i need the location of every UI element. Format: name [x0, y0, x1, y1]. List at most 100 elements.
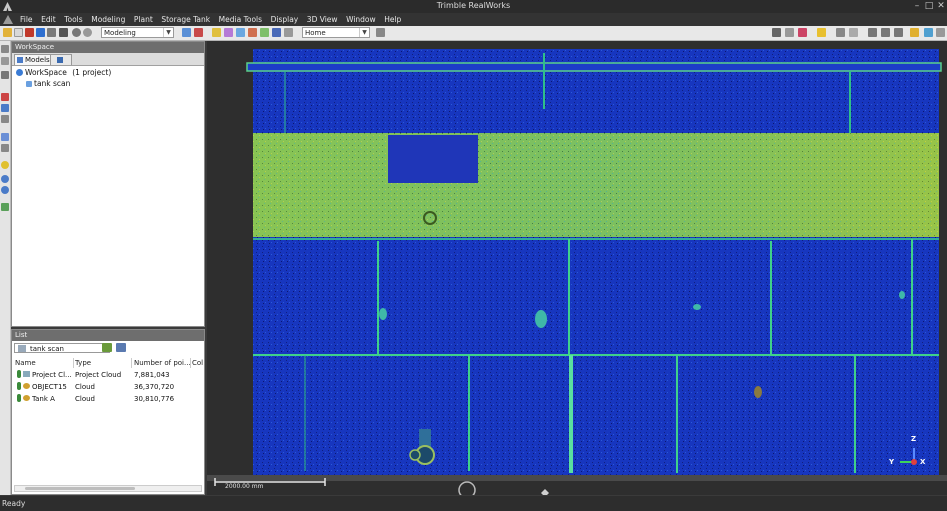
navigation-target-icon[interactable] — [458, 481, 476, 495]
pan-icon[interactable] — [1, 45, 9, 53]
3d-viewport[interactable]: 2000.00 mm Z Y X — [207, 41, 947, 495]
zoom-window-icon[interactable] — [1, 71, 9, 79]
scrollbar-thumb[interactable] — [25, 487, 135, 490]
column-header-name[interactable]: Name — [15, 358, 73, 368]
pick-object-icon[interactable] — [1, 104, 9, 112]
color-mode-icon[interactable] — [798, 28, 807, 37]
new-file-icon[interactable] — [14, 28, 23, 37]
tank-fitting — [754, 386, 762, 398]
menu-bar: File Edit Tools Modeling Plant Storage T… — [0, 13, 947, 26]
segment-tool-icon[interactable] — [194, 28, 203, 37]
tree-item-project[interactable]: tank scan — [26, 79, 70, 89]
tab-images[interactable] — [50, 54, 72, 65]
clip-icon[interactable] — [1, 115, 9, 123]
point-cloud-view[interactable] — [207, 41, 947, 495]
rotate-tool-icon[interactable] — [272, 28, 281, 37]
cloud-icon — [23, 395, 30, 401]
close-icon[interactable]: ✕ — [936, 1, 946, 11]
layers-icon[interactable] — [1, 203, 9, 211]
tank-plate-opening — [388, 135, 478, 183]
tank-fitting — [899, 291, 905, 299]
orbit-icon[interactable] — [1, 57, 9, 65]
print-icon[interactable] — [59, 28, 68, 37]
table-row[interactable]: OBJECT15 Cloud 36,370,720 — [15, 382, 203, 392]
column-header-type[interactable]: Type — [75, 358, 131, 368]
save-all-icon[interactable] — [47, 28, 56, 37]
workspace-tabs: Models — [12, 53, 204, 66]
app-menu-icon[interactable] — [3, 15, 13, 24]
filter-apply-icon[interactable] — [102, 343, 112, 352]
visibility-pin-icon[interactable] — [17, 370, 21, 378]
visibility-pin-icon[interactable] — [17, 394, 21, 402]
table-row[interactable]: Tank A Cloud 30,810,776 — [15, 394, 203, 404]
measure-tool-icon[interactable] — [212, 28, 221, 37]
perspective-icon[interactable] — [849, 28, 858, 37]
view-select[interactable]: Home ▼ — [302, 27, 370, 38]
mode-select[interactable]: Modeling ▼ — [101, 27, 174, 38]
table-row[interactable]: Project Cl... Project Cloud 7,881,043 — [15, 370, 203, 380]
zoom-tool-icon[interactable] — [284, 28, 293, 37]
minimize-icon[interactable]: – — [912, 1, 922, 11]
rotate-view-icon[interactable] — [1, 133, 9, 141]
column-divider — [131, 358, 132, 368]
title-bar: Trimble RealWorks – □ ✕ — [0, 0, 947, 13]
main-toolbar: Modeling ▼ Home ▼ — [0, 26, 947, 41]
menu-window[interactable]: Window — [343, 13, 379, 26]
column-header-points[interactable]: Number of poi... — [134, 358, 190, 368]
cloud-tool-icon[interactable] — [236, 28, 245, 37]
fullscreen-icon[interactable] — [924, 28, 933, 37]
grid-toggle-icon[interactable] — [785, 28, 794, 37]
models-icon — [17, 57, 23, 63]
workspace-icon — [16, 69, 23, 76]
menu-file[interactable]: File — [17, 13, 36, 26]
menu-edit[interactable]: Edit — [38, 13, 59, 26]
top-view-icon[interactable] — [868, 28, 877, 37]
undo-icon[interactable] — [72, 28, 81, 37]
menu-tools[interactable]: Tools — [61, 13, 85, 26]
open-folder-icon[interactable] — [3, 28, 12, 37]
list-panel: List tank scan ▼ Name Type Number of poi… — [11, 329, 205, 495]
light-source-icon[interactable] — [1, 161, 9, 169]
axis-tool-icon[interactable] — [376, 28, 385, 37]
import-icon[interactable] — [25, 28, 34, 37]
pan-cursor-icon — [541, 489, 549, 495]
front-view-icon[interactable] — [881, 28, 890, 37]
visibility-pin-icon[interactable] — [17, 382, 21, 390]
fence-tool-icon[interactable] — [224, 28, 233, 37]
menu-storage-tank[interactable]: Storage Tank — [158, 13, 213, 26]
settings-icon[interactable] — [936, 28, 945, 37]
workspace-panel-header: WorkSpace — [12, 42, 204, 53]
menu-help[interactable]: Help — [381, 13, 404, 26]
mesh-tool-icon[interactable] — [248, 28, 257, 37]
chevron-down-icon: ▼ — [359, 28, 369, 37]
axis-label-x: X — [920, 458, 926, 466]
orthographic-icon[interactable] — [836, 28, 845, 37]
menu-modeling[interactable]: Modeling — [88, 13, 128, 26]
tree-item-workspace[interactable]: WorkSpace (1 project) — [16, 68, 111, 78]
menu-plant[interactable]: Plant — [131, 13, 156, 26]
pick-point-icon[interactable] — [1, 93, 9, 101]
scale-label: 2000.00 mm — [225, 483, 264, 490]
tab-models[interactable]: Models — [14, 54, 54, 65]
display-mode-icon[interactable] — [772, 28, 781, 37]
save-icon[interactable] — [36, 28, 45, 37]
light-icon[interactable] — [817, 28, 826, 37]
zoom-out-icon[interactable] — [1, 186, 9, 194]
ground-plane — [207, 475, 947, 481]
layer-tool-icon[interactable] — [260, 28, 269, 37]
list-filter-select[interactable]: tank scan ▼ — [14, 343, 110, 353]
list-options-icon[interactable] — [116, 343, 126, 352]
menu-display[interactable]: Display — [268, 13, 302, 26]
menu-media-tools[interactable]: Media Tools — [216, 13, 265, 26]
fit-view-icon[interactable] — [1, 144, 9, 152]
maximize-icon[interactable]: □ — [924, 1, 934, 11]
redo-icon[interactable] — [83, 28, 92, 37]
column-header-color[interactable]: Col — [192, 358, 204, 368]
list-horizontal-scrollbar[interactable] — [14, 485, 202, 492]
side-view-icon[interactable] — [894, 28, 903, 37]
zoom-in-icon[interactable] — [1, 175, 9, 183]
column-divider — [73, 358, 74, 368]
snapshot-icon[interactable] — [910, 28, 919, 37]
menu-3d-view[interactable]: 3D View — [304, 13, 341, 26]
select-tool-icon[interactable] — [182, 28, 191, 37]
